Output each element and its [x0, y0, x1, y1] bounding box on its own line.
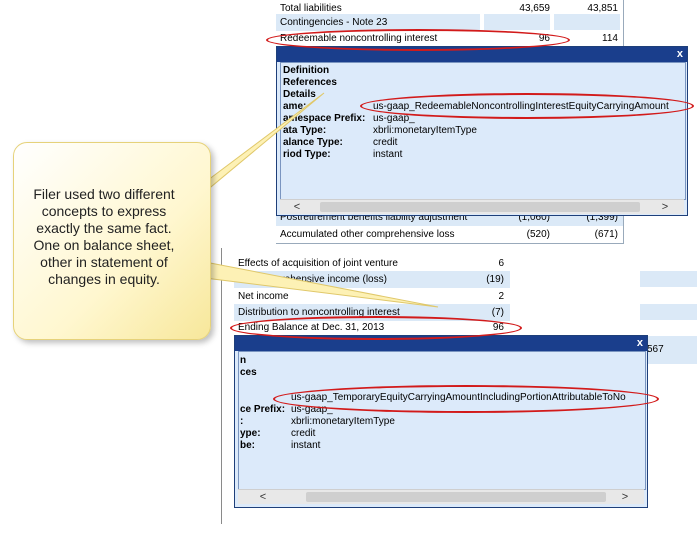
highlight-oval	[360, 93, 694, 119]
callout-pointer-top	[199, 92, 325, 198]
callout-text: Filer used two different concepts to exp…	[33, 186, 175, 287]
highlight-oval	[230, 316, 522, 340]
highlight-oval	[266, 29, 570, 51]
callout-pointer-bottom	[204, 261, 439, 308]
highlight-oval	[273, 385, 659, 413]
